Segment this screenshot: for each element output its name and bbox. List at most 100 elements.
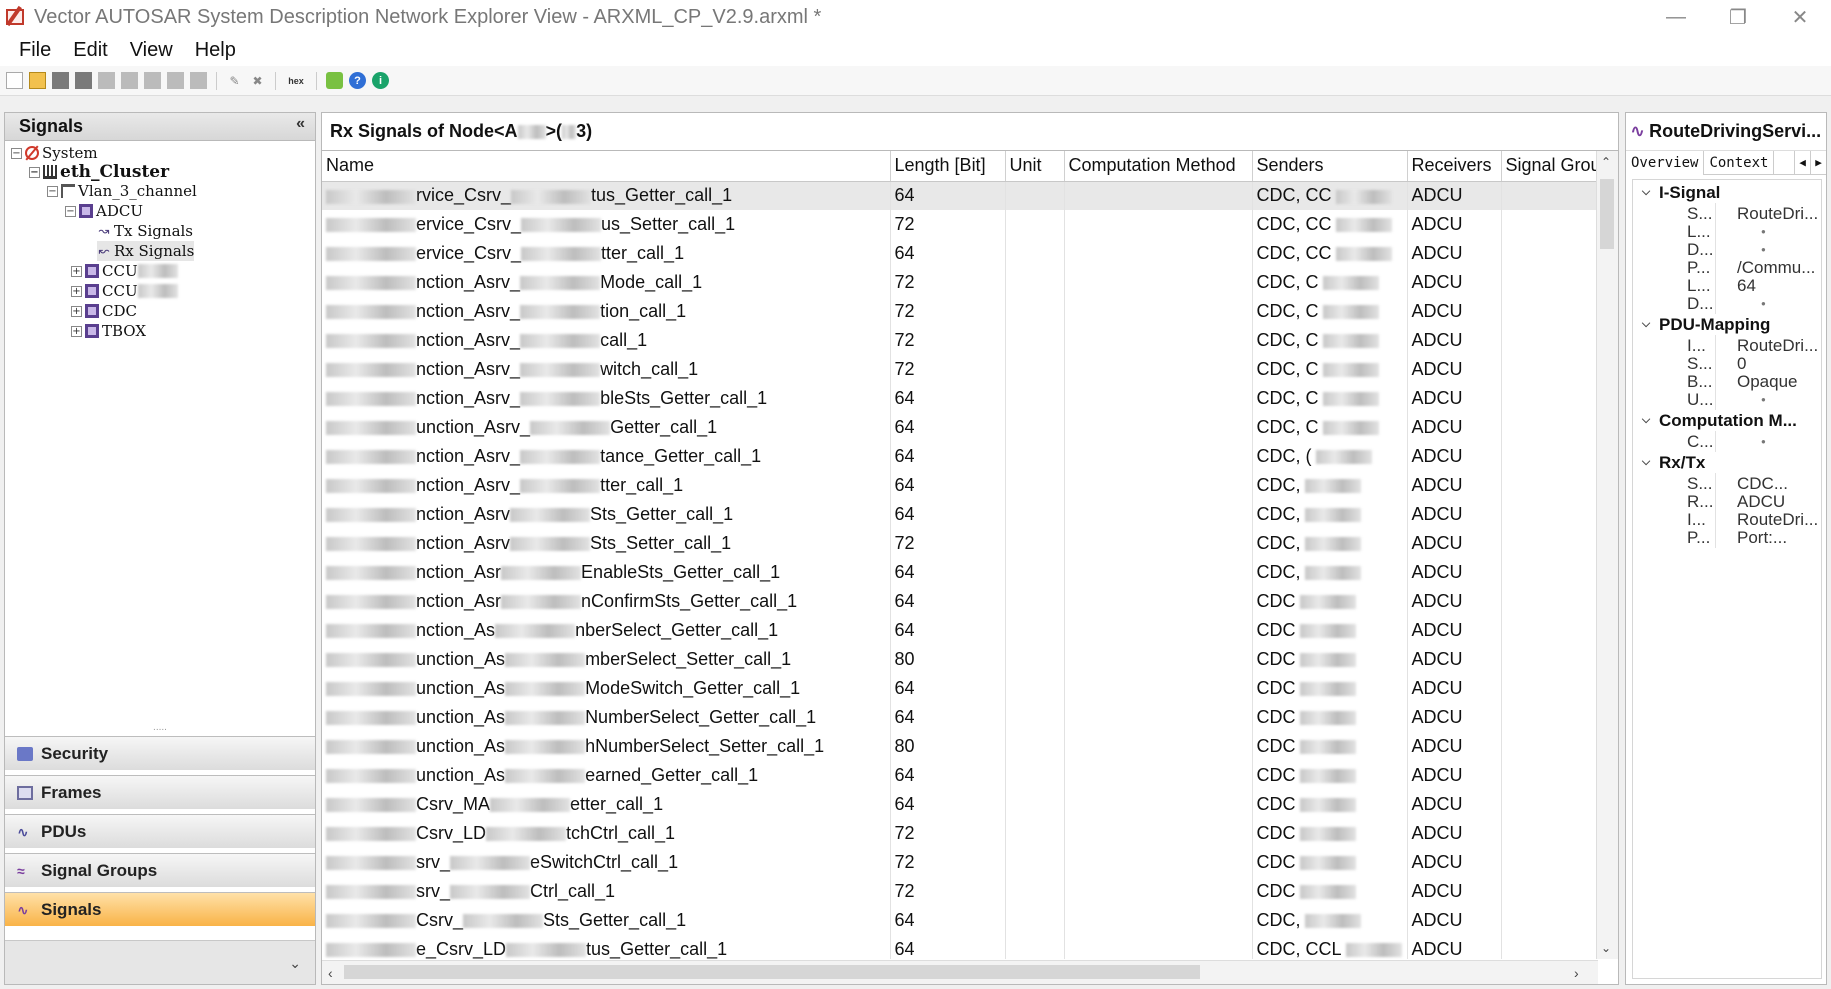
column-header-receivers[interactable]: Receivers xyxy=(1407,151,1502,182)
table-row[interactable]: nction_Asrv_ witch_call_1 72 CDC, C ADCU xyxy=(322,355,1618,384)
property-row[interactable]: P... Port:... xyxy=(1633,527,1821,548)
property-section[interactable]: ⌵ Computation M... xyxy=(1633,410,1821,431)
table-row[interactable]: Csrv_LD tchCtrl_call_1 72 CDC ADCU xyxy=(322,819,1618,848)
panel-splitter[interactable]: ..... xyxy=(5,723,315,734)
table-row[interactable]: Csrv_ Sts_Getter_call_1 64 CDC, ADCU xyxy=(322,906,1618,935)
table-row[interactable]: e_Csrv_LD tus_Getter_call_1 64 CDC, CCL ADCU xyxy=(322,935,1618,959)
column-header-unit[interactable]: Unit xyxy=(1005,151,1065,182)
nav-signal-groups-button[interactable]: ≈ Signal Groups xyxy=(5,853,315,887)
menu-file[interactable]: File xyxy=(8,39,62,62)
table-row[interactable]: nction_Asrv_ tter_call_1 64 CDC, ADCU xyxy=(322,471,1618,500)
connect-icon[interactable] xyxy=(326,72,343,89)
property-section[interactable]: ⌵ Rx/Tx xyxy=(1633,452,1821,473)
table-row[interactable]: nction_Asrv_ tance_Getter_call_1 64 CDC, (A… xyxy=(322,442,1618,471)
scroll-down-icon[interactable]: ⌄ xyxy=(1601,941,1611,955)
minimize-button[interactable]: — xyxy=(1645,0,1707,34)
menu-help[interactable]: Help xyxy=(184,39,247,62)
table-row[interactable]: ervice_Csrv_ us_Setter_call_1 72 CDC, CC ADC… xyxy=(322,210,1618,239)
tab-overview[interactable]: Overview xyxy=(1626,150,1705,175)
property-row[interactable]: D... ● xyxy=(1633,293,1821,314)
column-header-computation-method[interactable]: Computation Method xyxy=(1064,151,1253,182)
table-row[interactable]: srv_ eSwitchCtrl_call_1 72 CDC ADCU xyxy=(322,848,1618,877)
collapse-button[interactable]: « xyxy=(296,115,305,133)
table-row[interactable]: nction_Asrv Sts_Getter_call_1 64 CDC, ADCU xyxy=(322,500,1618,529)
collapse-toggle-icon[interactable]: − xyxy=(47,185,58,197)
signal-icon[interactable] xyxy=(167,72,184,89)
chevron-down-icon[interactable]: ⌵ xyxy=(1633,414,1659,427)
import-icon[interactable] xyxy=(121,72,138,89)
delete-icon[interactable]: ✖ xyxy=(249,72,266,89)
table-row[interactable]: nction_As nberSelect_Getter_call_1 64 CDC AD… xyxy=(322,616,1618,645)
horizontal-scrollbar[interactable]: ‹ › xyxy=(322,960,1598,984)
table-row[interactable]: unction_As hNumberSelect_Setter_call_1 80 C… xyxy=(322,732,1618,761)
table-row[interactable]: Csrv_MA etter_call_1 64 CDC ADCU xyxy=(322,790,1618,819)
property-section[interactable]: ⌵ PDU-Mapping xyxy=(1633,314,1821,335)
expand-toggle-icon[interactable]: + xyxy=(71,305,82,317)
column-header-name[interactable]: Name xyxy=(322,151,891,182)
collapse-toggle-icon[interactable]: − xyxy=(65,205,76,217)
maximize-button[interactable]: ❐ xyxy=(1707,0,1769,34)
table-row[interactable]: unction_As NumberSelect_Getter_call_1 64 CD… xyxy=(322,703,1618,732)
help-icon[interactable]: ? xyxy=(349,72,366,89)
scroll-thumb[interactable] xyxy=(344,965,1200,979)
table-row[interactable]: nction_Asrv_ tion_call_1 72 CDC, C ADCU xyxy=(322,297,1618,326)
nav-security-button[interactable]: Security xyxy=(5,736,315,770)
tree-node-cdc[interactable]: + CDC xyxy=(71,301,137,321)
tree-node-tbox[interactable]: + TBOX xyxy=(71,321,146,341)
tree-node-channel[interactable]: − Vlan_3_channel xyxy=(47,181,197,201)
table-row[interactable]: unction_As ModeSwitch_Getter_call_1 64 CDC A… xyxy=(322,674,1618,703)
table-row[interactable]: unction_As earned_Getter_call_1 64 CDC ADCU xyxy=(322,761,1618,790)
table-row[interactable]: nction_Asr EnableSts_Getter_call_1 64 CDC, A… xyxy=(322,558,1618,587)
scroll-up-icon[interactable]: ⌃ xyxy=(1601,155,1611,169)
table-row[interactable]: nction_Asrv_ Mode_call_1 72 CDC, C ADCU xyxy=(322,268,1618,297)
table-row[interactable]: ervice_Csrv_ tter_call_1 64 CDC, CC ADCU xyxy=(322,239,1618,268)
edit-icon[interactable]: ✎ xyxy=(226,72,243,89)
expand-toggle-icon[interactable]: + xyxy=(71,265,82,277)
table-row[interactable]: nction_Asrv_ call_1 72 CDC, C ADCU xyxy=(322,326,1618,355)
tab-context[interactable]: Context xyxy=(1704,150,1775,175)
expand-toggle-icon[interactable]: + xyxy=(71,325,82,337)
tree-node-tx-signals[interactable]: ↝ Tx Signals xyxy=(97,221,193,241)
scroll-right-icon[interactable]: › xyxy=(1574,965,1579,981)
property-row[interactable]: U... ● xyxy=(1633,389,1821,410)
nav-pdus-button[interactable]: ∿ PDUs xyxy=(5,814,315,848)
nav-frames-button[interactable]: Frames xyxy=(5,775,315,809)
tab-scroll-right-icon[interactable]: ▶ xyxy=(1810,150,1826,175)
table-row[interactable]: nction_Asr nConfirmSts_Getter_call_1 64 CDC… xyxy=(322,587,1618,616)
column-header-senders[interactable]: Senders xyxy=(1252,151,1408,182)
nav-overflow-chevron[interactable]: ⌄ xyxy=(5,940,315,984)
tree-node-cluster[interactable]: − eth_Cluster xyxy=(29,162,169,182)
table-row[interactable]: nction_Asrv Sts_Setter_call_1 72 CDC, ADCU xyxy=(322,529,1618,558)
save-icon[interactable] xyxy=(52,72,69,89)
chevron-down-icon[interactable]: ⌵ xyxy=(1633,456,1659,469)
new-file-icon[interactable] xyxy=(6,72,23,89)
tree-node-ccu[interactable]: + CCU xyxy=(71,281,178,301)
table-row[interactable]: rvice_Csrv_ tus_Getter_call_1 64 CDC, CC ADC… xyxy=(322,181,1618,210)
filter-dropdown-icon[interactable] xyxy=(190,72,207,89)
table-row[interactable]: unction_Asrv_ Getter_call_1 64 CDC, C ADCU xyxy=(322,413,1618,442)
close-button[interactable]: ✕ xyxy=(1769,0,1831,34)
property-row[interactable]: C... ● xyxy=(1633,431,1821,452)
tab-scroll-left-icon[interactable]: ◀ xyxy=(1794,150,1810,175)
expand-toggle-icon[interactable]: + xyxy=(71,285,82,297)
scroll-thumb[interactable] xyxy=(1600,179,1614,249)
vertical-scrollbar[interactable]: ⌃ ⌄ xyxy=(1596,151,1618,959)
column-header-length[interactable]: Length [Bit] xyxy=(890,151,1006,182)
tree-node-ccu[interactable]: + CCU xyxy=(71,261,178,281)
property-section[interactable]: ⌵ I-Signal xyxy=(1633,182,1821,203)
network-icon[interactable] xyxy=(98,72,115,89)
menu-edit[interactable]: Edit xyxy=(62,39,118,62)
tree-node-adcu[interactable]: − ADCU xyxy=(65,201,143,221)
chevron-down-icon[interactable]: ⌵ xyxy=(1633,186,1659,199)
scroll-left-icon[interactable]: ‹ xyxy=(328,965,333,981)
collapse-toggle-icon[interactable]: − xyxy=(11,147,22,159)
nav-signals-button[interactable]: ∿ Signals xyxy=(5,892,315,926)
table-row[interactable]: nction_Asrv_ bleSts_Getter_call_1 64 CDC, C… xyxy=(322,384,1618,413)
save-as-icon[interactable] xyxy=(75,72,92,89)
folder-grey-icon[interactable] xyxy=(144,72,161,89)
tree-node-system[interactable]: − System xyxy=(11,143,98,163)
tree-node-rx-signals[interactable]: ↜ Rx Signals xyxy=(97,241,195,261)
menu-view[interactable]: View xyxy=(119,39,184,62)
table-row[interactable]: unction_As mberSelect_Setter_call_1 80 CDC A… xyxy=(322,645,1618,674)
info-icon[interactable]: i xyxy=(372,72,389,89)
